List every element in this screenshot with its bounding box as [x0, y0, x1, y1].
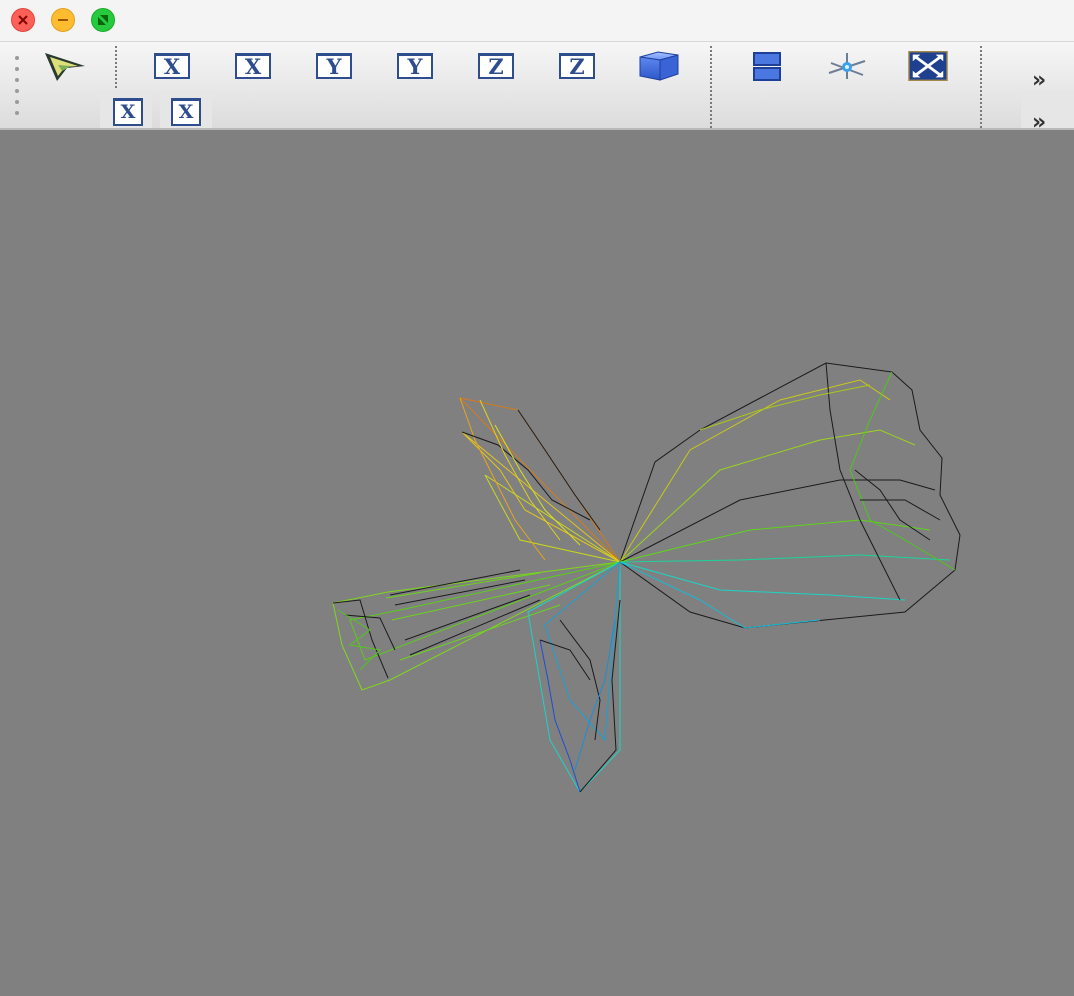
cursor-icon: [45, 53, 85, 81]
secondary-toolbar-cell: X: [160, 90, 212, 128]
close-button[interactable]: [11, 8, 35, 32]
toolbar-separator: [710, 46, 712, 128]
cube-icon: [639, 51, 679, 81]
rotate-x-negative-button[interactable]: X: [233, 48, 273, 84]
rotate-y-negative-label: Y: [397, 53, 433, 79]
fit-to-window-icon: [908, 51, 948, 81]
title-bar: [0, 0, 1074, 42]
extra-x-button-1[interactable]: X: [108, 94, 148, 130]
rotate-x-negative-label: X: [235, 53, 271, 79]
toolbar-overflow-button-2[interactable]: »: [1022, 110, 1074, 135]
rotate-z-negative-label: Z: [559, 53, 595, 79]
wireframe-model[interactable]: [0, 130, 1074, 992]
extra-x-button-2[interactable]: X: [166, 94, 206, 130]
minimize-button[interactable]: [51, 8, 75, 32]
rotate-y-positive-button[interactable]: Y: [314, 48, 354, 84]
rotate-x-positive-button[interactable]: X: [152, 48, 192, 84]
rotate-z-negative-button[interactable]: Z: [557, 48, 597, 84]
3d-viewport[interactable]: [0, 130, 1074, 992]
rotate-y-negative-button[interactable]: Y: [395, 48, 435, 84]
rotate-z-positive-button[interactable]: Z: [476, 48, 516, 84]
axes-button[interactable]: [827, 48, 867, 84]
split-view-button[interactable]: [747, 48, 787, 84]
rotate-y-positive-label: Y: [316, 53, 352, 79]
rotate-x-positive-label: X: [154, 53, 190, 79]
toolbar-grip[interactable]: [15, 56, 19, 115]
reset-view-button[interactable]: [636, 48, 682, 84]
fit-to-window-button[interactable]: [908, 48, 948, 84]
secondary-overflow-cell: »: [1021, 90, 1074, 135]
toolbar-separator: [980, 46, 982, 128]
close-icon: [18, 15, 28, 25]
maximize-button[interactable]: [91, 8, 115, 32]
axes-icon: [828, 53, 866, 79]
maximize-icon: [98, 15, 108, 25]
extra-x-label-2: X: [171, 98, 201, 126]
secondary-toolbar-cell: X: [100, 90, 152, 128]
toolbar: X X Y Y Z Z » X X »: [0, 42, 1074, 135]
rotate-z-positive-label: Z: [478, 53, 514, 79]
select-tool-button[interactable]: [42, 48, 88, 84]
split-view-icon: [753, 52, 781, 81]
extra-x-label-1: X: [113, 98, 143, 126]
minimize-icon: [58, 19, 68, 21]
